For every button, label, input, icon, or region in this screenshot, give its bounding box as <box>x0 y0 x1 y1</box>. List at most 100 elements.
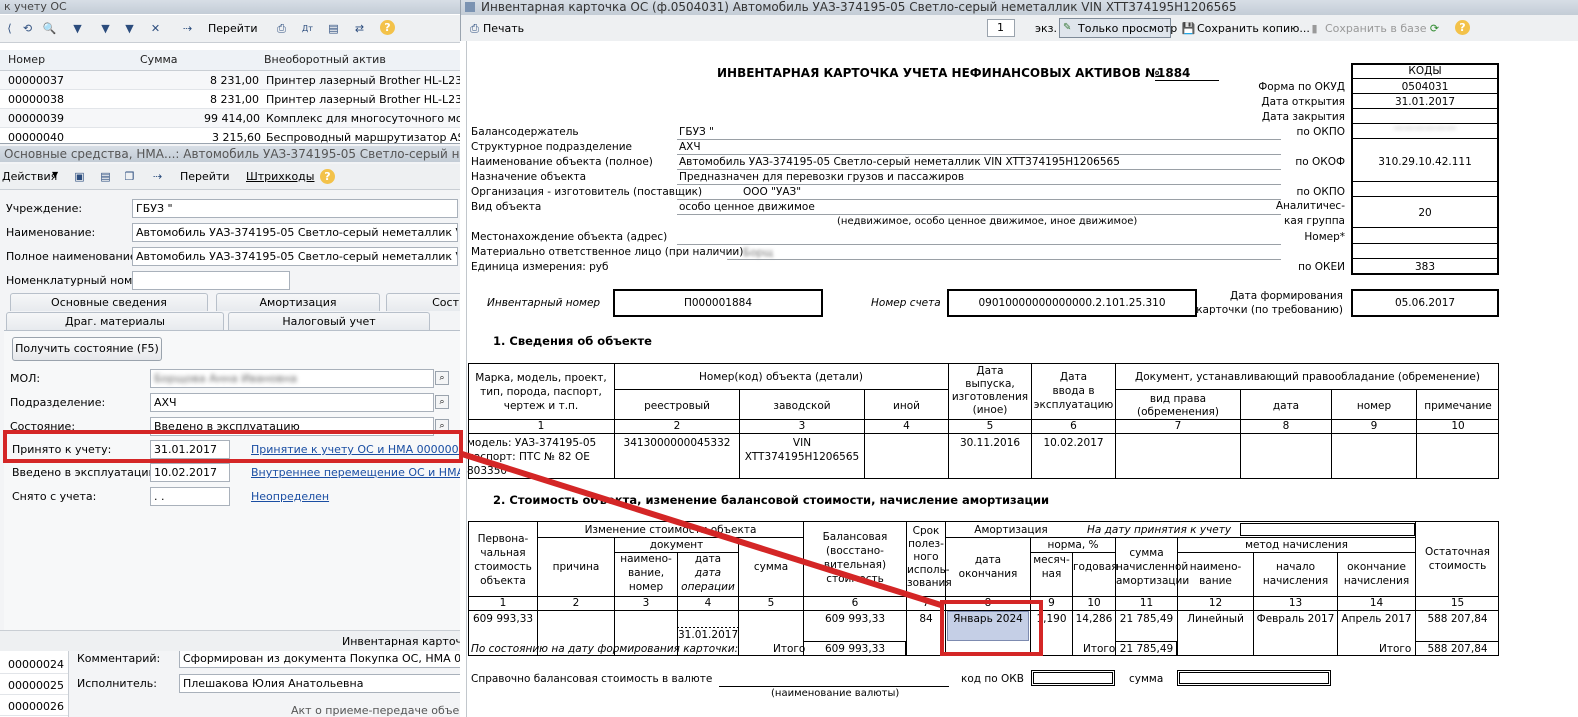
tab-tax[interactable]: Налоговый учет <box>228 312 430 330</box>
name-field[interactable]: Автомобиль УАЗ-374195-05 Светло-серый не… <box>132 223 458 242</box>
save-db-icon[interactable]: ▮ <box>1307 21 1322 36</box>
currency-sum-label: сумма <box>1129 673 1164 685</box>
select-icon[interactable]: ⌕ <box>435 395 449 409</box>
goto-menu[interactable]: Перейти <box>180 170 230 183</box>
save-icon[interactable]: ▣ <box>72 169 87 184</box>
column-asset[interactable]: Внеоборотный актив <box>264 50 386 70</box>
select-icon[interactable]: ⌕ <box>435 371 449 385</box>
table-row[interactable]: 00000040 3 215,60 Беспроводный маршрутиз… <box>0 128 460 143</box>
dept-label: Подразделение: <box>10 396 106 409</box>
goto-icon[interactable]: ⇢ <box>180 21 195 36</box>
save-copy-button[interactable]: Сохранить копию... <box>1197 22 1310 35</box>
tab-precious[interactable]: Драг. материалы <box>6 312 224 330</box>
removed-doc-link[interactable]: Неопределен <box>251 490 329 503</box>
s1-head-note: примечание <box>1424 400 1492 412</box>
copies-unit: экз. <box>1035 22 1058 35</box>
help-icon[interactable]: ? <box>380 20 395 35</box>
s2-head-term: исполь- <box>907 564 950 576</box>
refresh-list-icon[interactable]: ⟲ <box>20 21 35 36</box>
s2-head-accrued: начисленной <box>1116 561 1189 573</box>
s1-head-other: иной <box>893 400 920 412</box>
find-icon[interactable]: 🔍 <box>42 21 57 36</box>
document-panel: Комментарий: Сформирован из документа По… <box>68 651 460 717</box>
s2-head-end-date: дата <box>974 554 1002 566</box>
commissioned-doc-link[interactable]: Внутреннее перемещение ОС и НМА 000 <box>251 466 460 479</box>
s2-head-monthly: ная <box>1041 568 1062 580</box>
filter-settings-icon[interactable]: ▼ <box>122 21 137 36</box>
mol-field[interactable]: Борщова Анна Ивановна <box>150 369 434 388</box>
row-number: 00000026 <box>8 700 64 713</box>
dt-kt-icon[interactable]: Дт <box>300 21 315 36</box>
row-number: 00000025 <box>8 679 64 692</box>
institution-field[interactable]: ГБУЗ " <box>132 199 458 218</box>
table-row[interactable]: 00000026 <box>0 697 68 716</box>
unit-label: Единица измерения: руб <box>471 261 609 273</box>
copies-input[interactable]: 1 <box>987 19 1015 37</box>
copy-icon[interactable]: ❐ <box>122 169 137 184</box>
act-link[interactable]: Акт о приеме-передаче объе <box>291 704 459 717</box>
table-row[interactable]: 00000037 8 231,00 Принтер лазерный Broth… <box>0 71 460 90</box>
print-icon[interactable]: ⎙ <box>467 21 482 36</box>
s2-colnum: 4 <box>704 597 712 609</box>
readonly-toggle[interactable]: ✎ Только просмотр <box>1059 18 1177 38</box>
filter-list-icon[interactable]: ▼ <box>98 21 113 36</box>
chevron-down-icon[interactable]: ▼ <box>52 170 58 179</box>
column-sum[interactable]: Сумма <box>140 50 178 70</box>
column-number[interactable]: Номер <box>8 50 45 70</box>
dept-field[interactable]: АХЧ <box>150 393 434 412</box>
print-icon[interactable]: ⎙ <box>274 21 289 36</box>
journal-grid-header: Номер Сумма Внеоборотный актив <box>0 50 460 71</box>
goto-icon[interactable]: ⇢ <box>150 169 165 184</box>
inventory-card-link[interactable]: Инвентарная карточка <box>342 635 460 648</box>
s2-head-sum: сумма <box>753 561 789 573</box>
help-icon[interactable]: ? <box>1455 20 1470 35</box>
tab-state[interactable]: Сост <box>386 293 460 311</box>
print-button[interactable]: Печать <box>483 22 524 35</box>
executor-field[interactable]: Плешакова Юлия Анатольевна <box>179 674 460 693</box>
clear-filter-icon[interactable]: ✕ <box>148 21 163 36</box>
back-icon[interactable]: ⟨ <box>2 21 17 36</box>
okpo-value: —————— <box>1393 122 1457 134</box>
s1-head-right: вид права <box>1149 393 1207 405</box>
report-window: Инвентарная карточка ОС (ф.0504031) Авто… <box>460 0 1578 41</box>
actions-menu[interactable]: Действия <box>2 170 57 183</box>
structure-icon[interactable]: ⇄ <box>352 21 367 36</box>
s1-colnum: 7 <box>1174 420 1182 432</box>
codes-line <box>1351 78 1499 79</box>
s1-head-release: Дата <box>976 365 1004 377</box>
s2-doc-date: 31.01.2017 <box>678 629 739 641</box>
report-icon[interactable]: ▤ <box>326 21 341 36</box>
table-row[interactable]: 00000039 99 414,00 Комплекс для многосут… <box>0 109 460 128</box>
fullname-field[interactable]: Автомобиль УАЗ-374195-05 Светло-серый не… <box>132 247 458 266</box>
s2-head-doc-date-op: операции <box>681 581 735 593</box>
tab-amortization[interactable]: Амортизация <box>216 293 380 311</box>
commissioned-label: Введено в эксплуатацию: <box>12 466 162 479</box>
get-state-button[interactable]: Получить состояние (F5) <box>12 337 162 361</box>
save-copy-icon[interactable]: 💾 <box>1181 21 1196 36</box>
codes-line <box>1351 138 1499 139</box>
goto-menu[interactable]: Перейти <box>208 22 258 35</box>
record-icon[interactable]: ▤ <box>98 169 113 184</box>
report-title: Инвентарная карточка ОС (ф.0504031) Авто… <box>461 0 1578 15</box>
commissioned-date-field[interactable]: 10.02.2017 <box>150 463 230 482</box>
table-row[interactable]: 00000024 <box>0 655 68 674</box>
s2-start: Февраль 2017 <box>1256 613 1335 625</box>
barcodes-button[interactable]: Штрихкоды <box>246 170 314 183</box>
s1-head-commission: ввода в <box>1052 385 1095 397</box>
tab-basic[interactable]: Основные сведения <box>10 293 208 311</box>
s2-colnum: 3 <box>642 597 650 609</box>
nomenclature-field[interactable] <box>132 271 290 290</box>
table-row[interactable]: 00000038 8 231,00 Принтер лазерный Broth… <box>0 90 460 109</box>
kind-hint: (недвижимое, особо ценное движимое, иное… <box>837 216 1138 227</box>
s2-colnum: 6 <box>851 597 859 609</box>
table-row[interactable]: 00000025 <box>0 676 68 695</box>
save-db-button[interactable]: Сохранить в базе <box>1325 22 1427 35</box>
refresh-icon[interactable]: ⟳ <box>1427 21 1442 36</box>
comment-field[interactable]: Сформирован из документа Покупка ОС, НМА… <box>179 651 460 668</box>
removed-label: Снято с учета: <box>12 490 97 503</box>
filter-icon[interactable]: ▼ <box>70 21 85 36</box>
s2-head-term: ного <box>913 551 939 563</box>
help-icon[interactable]: ? <box>320 169 335 184</box>
removed-date-field[interactable]: . . <box>150 487 230 506</box>
s1-brand: 803350 <box>467 465 508 477</box>
